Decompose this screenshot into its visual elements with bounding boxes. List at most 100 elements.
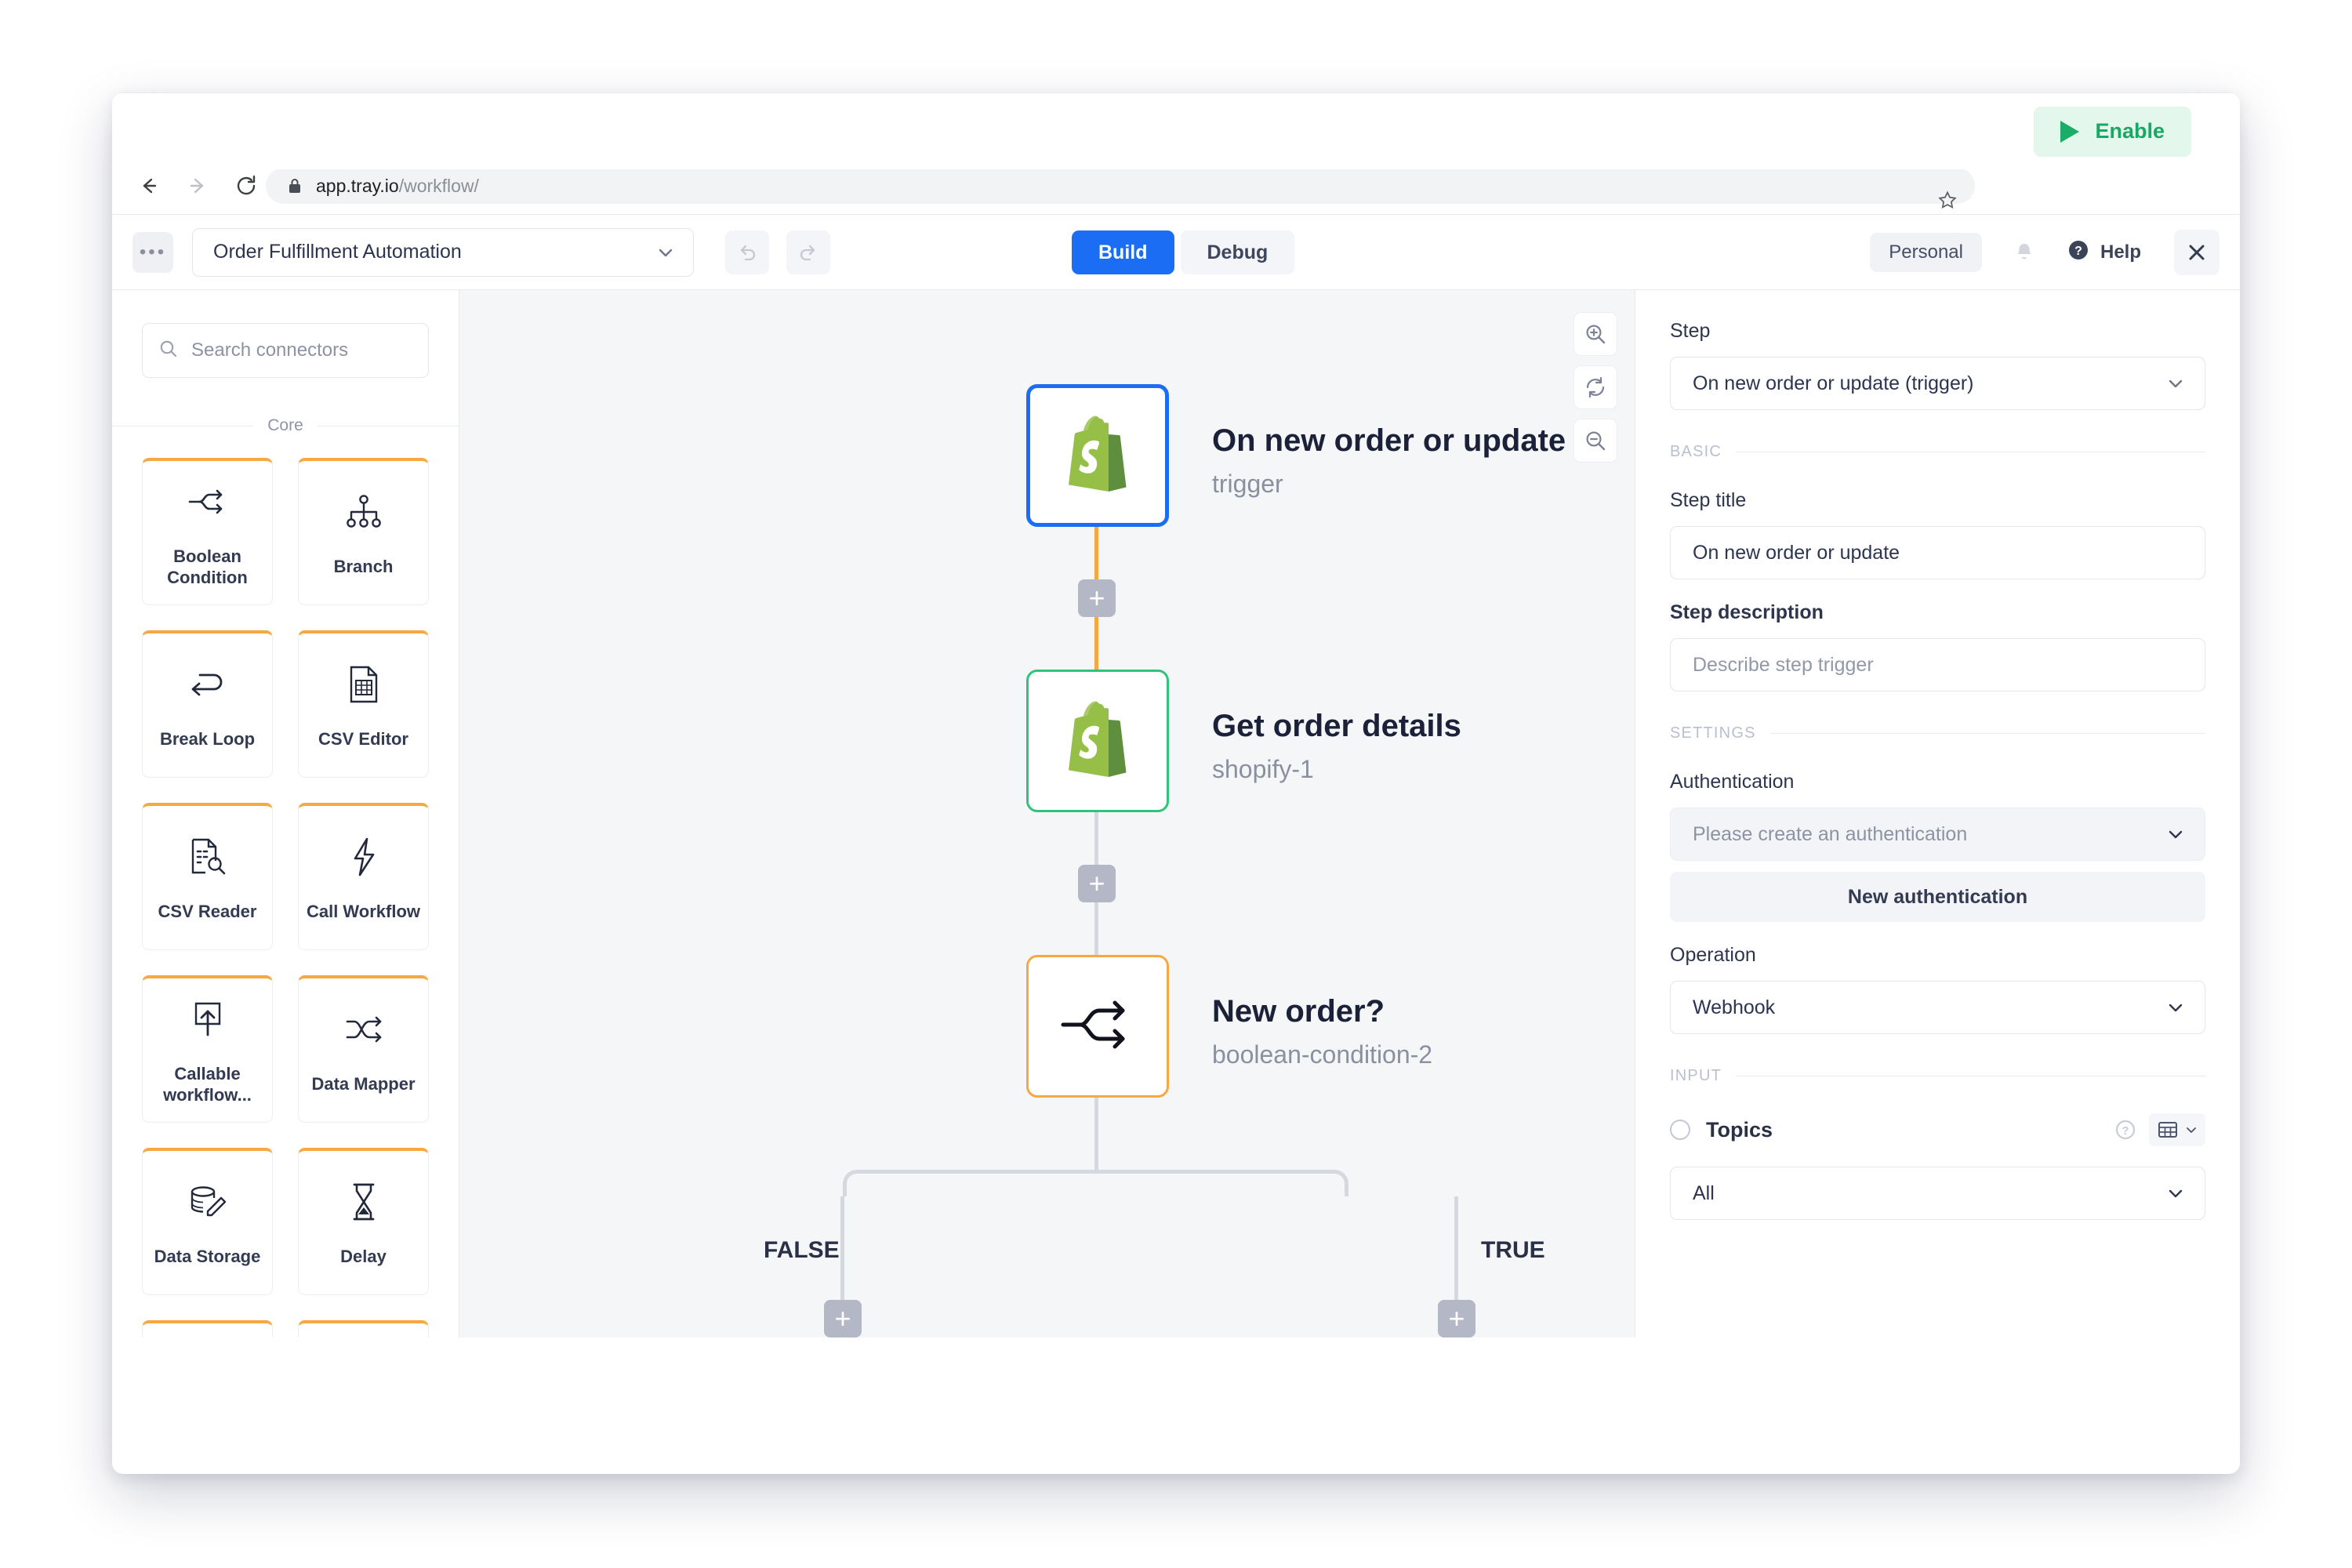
step-description-input[interactable]: Describe step trigger [1670, 638, 2205, 691]
tab-debug[interactable]: Debug [1180, 230, 1295, 274]
ellipsis-icon[interactable]: ••• [132, 231, 173, 273]
topics-field-header: Topics ? [1670, 1113, 2205, 1146]
connector-card-call-workflow[interactable]: Call Workflow [298, 803, 429, 950]
workflow-node-trigger-text: On new order or update trigger [1212, 423, 1566, 499]
connector-card-data-storage[interactable]: Data Storage [142, 1148, 273, 1295]
operation-select[interactable]: Webhook [1670, 981, 2205, 1034]
new-authentication-button[interactable]: New authentication [1670, 872, 2205, 922]
chevron-down-icon [2165, 1183, 2186, 1203]
node-title: Get order details [1212, 709, 1461, 743]
connector-card-branch[interactable]: Branch [298, 458, 429, 605]
app-body: Search connectors Core Boolean Condition… [112, 290, 2240, 1338]
connector-card-csv-reader[interactable]: CSV Reader [142, 803, 273, 950]
arrow-left-icon[interactable] [132, 169, 165, 202]
workflow-node-get-order-details[interactable] [1026, 670, 1169, 812]
svg-text:?: ? [2074, 245, 2082, 258]
section-label-basic: BASIC [1670, 443, 1722, 460]
topics-select-value: All [1693, 1181, 1715, 1204]
connector-card-partial[interactable] [142, 1320, 273, 1338]
connector-card-break-loop[interactable]: Break Loop [142, 630, 273, 778]
step-title-label: Step title [1670, 489, 1747, 511]
search-icon [158, 339, 179, 363]
data-storage-icon [187, 1178, 228, 1226]
app-footer: Enable [112, 93, 2240, 169]
operation-label: Operation [1670, 944, 1756, 966]
connector-card-label: Callable workflow... [163, 1063, 252, 1105]
topics-label: Topics [1706, 1117, 1773, 1142]
step-select[interactable]: On new order or update (trigger) [1670, 357, 2205, 410]
add-step-button-false-branch[interactable]: + [824, 1300, 862, 1338]
toolbar-right-group: Personal ? Help [1870, 215, 2220, 290]
connector-card-partial[interactable] [298, 1320, 429, 1338]
branch-label-false: FALSE [764, 1237, 840, 1263]
question-circle-icon[interactable]: ? [2114, 1119, 2136, 1141]
branch-icon [343, 488, 384, 536]
branch-label-true: TRUE [1481, 1237, 1545, 1263]
connector-card-callable-workflow[interactable]: Callable workflow... [142, 975, 273, 1123]
break-loop-icon [186, 660, 230, 709]
chevron-down-icon [2187, 1127, 2196, 1133]
star-icon[interactable] [1937, 190, 1958, 214]
workflow-canvas[interactable]: On new order or update trigger + Get ord… [459, 290, 1635, 1338]
table-icon[interactable] [2149, 1113, 2205, 1146]
question-circle-icon: ? [2067, 238, 2090, 267]
add-step-button[interactable]: + [1078, 865, 1116, 902]
connector-card-label: Call Workflow [306, 902, 421, 922]
step-label: Step [1670, 320, 1711, 342]
section-divider-settings: SETTINGS [1670, 724, 2205, 742]
omnibox[interactable]: app.tray.io/workflow/ [266, 168, 1975, 209]
connector-sidebar: Search connectors Core Boolean Condition… [112, 290, 459, 1338]
node-title: New order? [1212, 994, 1385, 1029]
zoom-in-icon[interactable] [1573, 312, 1617, 356]
step-title-input[interactable]: On new order or update [1670, 526, 2205, 579]
reload-icon[interactable] [230, 169, 263, 202]
node-title: On new order or update [1212, 423, 1566, 458]
connector-card-data-mapper[interactable]: Data Mapper [298, 975, 429, 1123]
chevron-down-icon [2165, 824, 2186, 844]
help-button[interactable]: ? Help [2067, 238, 2141, 267]
connector-card-label: Boolean Condition [167, 546, 248, 587]
authentication-label: Authentication [1670, 771, 1795, 793]
workflow-node-trigger[interactable] [1026, 384, 1169, 527]
node-subtitle: shopify-1 [1212, 755, 1314, 783]
refresh-icon[interactable] [1573, 365, 1617, 409]
topics-select[interactable]: All [1670, 1167, 2205, 1220]
callable-workflow-icon [190, 995, 226, 1044]
connector-card-label: Data Mapper [311, 1074, 416, 1094]
zoom-out-icon[interactable] [1573, 419, 1617, 463]
chevron-down-icon [655, 242, 676, 263]
workflow-name: Order Fulfillment Automation [213, 241, 462, 263]
boolean-condition-icon [187, 477, 229, 526]
connector-card-delay[interactable]: Delay [298, 1148, 429, 1295]
search-input[interactable]: Search connectors [142, 323, 429, 378]
radio-unchecked-icon[interactable] [1670, 1120, 1690, 1140]
arrow-right-icon[interactable] [181, 169, 214, 202]
connector-line [1094, 1098, 1098, 1170]
connector-group-divider: Core [112, 416, 459, 436]
workflow-node-new-order-condition[interactable] [1026, 955, 1169, 1098]
bell-icon[interactable] [2013, 241, 2035, 264]
lock-icon [286, 176, 303, 195]
add-step-button[interactable]: + [1078, 579, 1116, 617]
undo-icon[interactable] [725, 230, 769, 274]
step-settings-panel: Step On new order or update (trigger) BA… [1635, 290, 2240, 1338]
branch-split-line [843, 1170, 1348, 1196]
chevron-down-icon [2165, 373, 2186, 394]
authentication-select[interactable]: Please create an authentication [1670, 808, 2205, 861]
add-step-button-true-branch[interactable]: + [1438, 1300, 1475, 1338]
close-icon[interactable] [2174, 230, 2220, 275]
branch-leg-true [1454, 1196, 1458, 1308]
connector-group-label: Core [267, 416, 303, 434]
redo-icon[interactable] [786, 230, 830, 274]
connector-card-csv-editor[interactable]: CSV Editor [298, 630, 429, 778]
connector-card-label: Delay [340, 1247, 387, 1267]
tab-build[interactable]: Build [1072, 230, 1174, 274]
shopify-icon [1060, 698, 1135, 785]
enable-button[interactable]: Enable [2034, 106, 2191, 157]
workspace-badge[interactable]: Personal [1870, 233, 1982, 272]
step-description-label: Step description [1670, 601, 1824, 623]
enable-label: Enable [2095, 119, 2165, 143]
workflow-selector[interactable]: Order Fulfillment Automation [192, 227, 694, 277]
connector-card-boolean-condition[interactable]: Boolean Condition [142, 458, 273, 605]
svg-text:?: ? [2122, 1124, 2129, 1138]
